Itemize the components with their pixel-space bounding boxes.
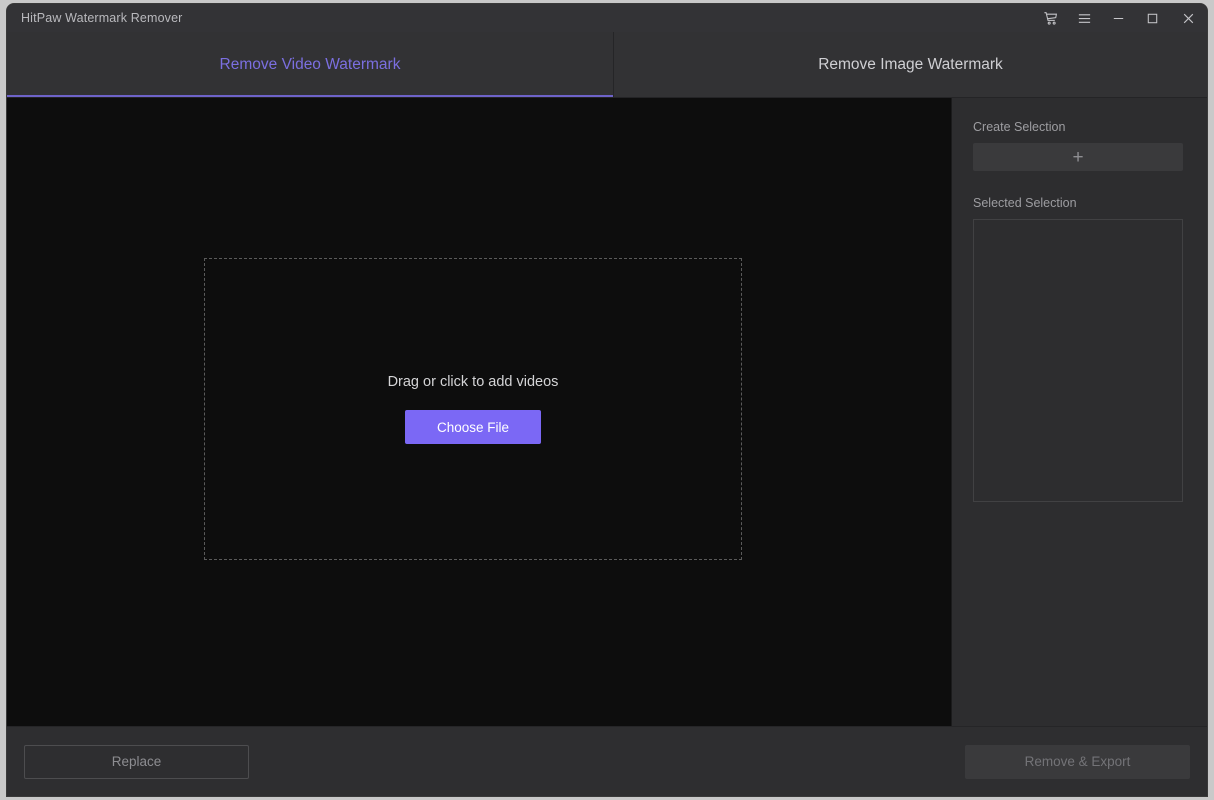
create-selection-label: Create Selection: [973, 120, 1066, 134]
video-canvas-area[interactable]: Drag or click to add videos Choose File: [7, 98, 952, 726]
tab-remove-video-watermark[interactable]: Remove Video Watermark: [7, 32, 614, 97]
plus-icon: +: [1072, 146, 1084, 168]
choose-file-button[interactable]: Choose File: [405, 410, 541, 444]
window-title: HitPaw Watermark Remover: [21, 11, 183, 25]
replace-button[interactable]: Replace: [24, 744, 249, 779]
tab-remove-image-watermark[interactable]: Remove Image Watermark: [614, 32, 1207, 97]
title-bar: HitPaw Watermark Remover: [7, 4, 1207, 32]
tab-label: Remove Image Watermark: [818, 55, 1003, 73]
drop-zone[interactable]: Drag or click to add videos Choose File: [204, 258, 742, 560]
application-window: HitPaw Watermark Remover Remove Video Wa…: [7, 4, 1207, 796]
close-icon[interactable]: [1169, 4, 1207, 32]
tab-bar: Remove Video Watermark Remove Image Wate…: [7, 32, 1207, 98]
selection-sidebar: Create Selection + Selected Selection: [952, 98, 1207, 726]
tab-label: Remove Video Watermark: [219, 55, 401, 73]
selected-selection-list[interactable]: [973, 219, 1183, 502]
bottom-action-bar: Replace Remove & Export: [7, 726, 1207, 796]
cart-icon[interactable]: [1033, 4, 1067, 32]
selected-selection-label: Selected Selection: [973, 196, 1077, 210]
body-area: Drag or click to add videos Choose File …: [7, 98, 1207, 726]
maximize-icon[interactable]: [1135, 4, 1169, 32]
drop-zone-text: Drag or click to add videos: [387, 374, 559, 390]
menu-icon[interactable]: [1067, 4, 1101, 32]
minimize-icon[interactable]: [1101, 4, 1135, 32]
window-controls: [1033, 4, 1207, 32]
create-selection-button[interactable]: +: [973, 143, 1183, 171]
remove-and-export-button[interactable]: Remove & Export: [965, 744, 1190, 779]
